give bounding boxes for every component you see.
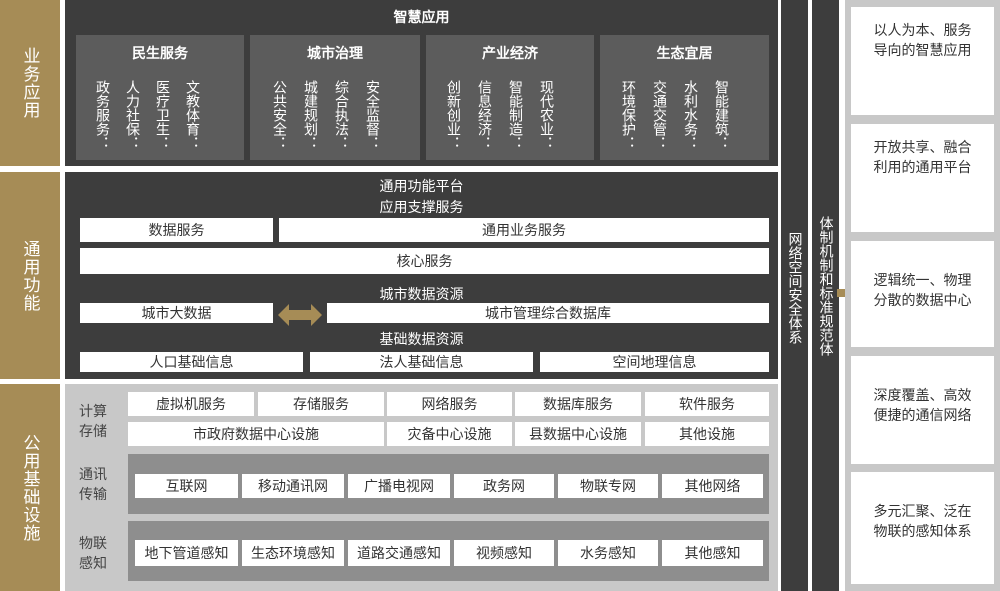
item: 城建规划：	[302, 80, 318, 150]
big-data-box: 城市大数据	[80, 303, 273, 323]
label-public-infra: 公用基础设施	[0, 384, 60, 591]
network-item: 其他网络	[662, 474, 763, 498]
infra-item: 灾备中心设施	[387, 422, 512, 446]
item: 信息经济：	[476, 80, 492, 150]
item: 水利水务：	[682, 80, 698, 150]
item: 智能制造：	[507, 80, 523, 150]
infra-item: 网络服务	[387, 392, 512, 416]
general-service-box: 通用业务服务	[279, 218, 769, 242]
infra-item: 虚拟机服务	[128, 392, 254, 416]
principle-box: 以人为本、服务 导向的智慧应用	[851, 7, 994, 115]
infra-item: 县数据中心设施	[515, 422, 641, 446]
geo-info-box: 空间地理信息	[540, 352, 769, 372]
sensing-item: 地下管道感知	[135, 540, 238, 566]
comm-transmission-label: 通讯传输	[79, 467, 107, 503]
population-info-box: 人口基础信息	[80, 352, 303, 372]
principle-box: 开放共享、融合 利用的通用平台	[851, 124, 994, 232]
item: 政务服务：	[94, 80, 110, 150]
cyber-security-bar: 网络空间安全体系	[781, 0, 808, 591]
principle-box: 逻辑统一、物理 分散的数据中心	[851, 241, 994, 347]
item: 交通交管：	[651, 80, 667, 150]
app-support-title: 应用支撑服务	[379, 200, 464, 216]
principle-box: 多元汇聚、泛在 物联的感知体系	[851, 472, 994, 584]
item: 创新创业：	[445, 80, 461, 150]
item: 智能建筑：	[713, 80, 729, 150]
item: 人力社保：	[124, 80, 140, 150]
cyber-security-label: 网络空间安全体系	[786, 232, 803, 344]
item: 公共安全：	[271, 80, 287, 150]
network-item: 政务网	[454, 474, 554, 498]
sensing-item: 道路交通感知	[348, 540, 450, 566]
item: 文教体育：	[184, 80, 200, 150]
group-livelihood-title: 民生服务	[132, 46, 188, 62]
institution-standards-label: 体制机制和标准规范体	[817, 216, 834, 356]
item: 环境保护：	[620, 80, 636, 150]
infra-item: 市政府数据中心设施	[128, 422, 384, 446]
item: 综合执法：	[333, 80, 349, 150]
basic-data-title: 基础数据资源	[379, 332, 464, 348]
city-data-title: 城市数据资源	[379, 287, 464, 303]
label-general-function: 通用功能	[0, 172, 60, 379]
mgmt-db-box: 城市管理综合数据库	[327, 303, 769, 323]
item: 医疗卫生：	[154, 80, 170, 150]
network-item: 广播电视网	[348, 474, 450, 498]
network-item: 移动通讯网	[242, 474, 344, 498]
sensing-item: 视频感知	[454, 540, 554, 566]
sensing-item: 生态环境感知	[242, 540, 344, 566]
item: 安全监督：	[364, 80, 380, 150]
group-industry-title: 产业经济	[482, 46, 538, 62]
group-governance-title: 城市治理	[307, 46, 363, 62]
network-item: 互联网	[135, 474, 238, 498]
data-service-box: 数据服务	[80, 218, 273, 242]
infra-item: 其他设施	[645, 422, 769, 446]
principle-box: 深度覆盖、高效 便捷的通信网络	[851, 356, 994, 464]
infra-item: 软件服务	[645, 392, 769, 416]
compute-storage-label: 计算存储	[79, 404, 107, 440]
sensing-item: 其他感知	[662, 540, 763, 566]
iot-sensing-label: 物联感知	[79, 536, 107, 572]
smart-apps-title: 智慧应用	[393, 10, 450, 26]
label-business-app: 业务应用	[0, 0, 60, 166]
item: 现代农业：	[538, 80, 554, 150]
infra-item: 存储服务	[258, 392, 384, 416]
platform-title: 通用功能平台	[379, 179, 464, 195]
bidirectional-arrow-icon	[278, 304, 322, 326]
sensing-item: 水务感知	[558, 540, 658, 566]
infra-item: 数据库服务	[515, 392, 641, 416]
core-service-box: 核心服务	[80, 248, 769, 274]
network-item: 物联专网	[558, 474, 658, 498]
group-ecology-title: 生态宜居	[656, 46, 713, 62]
institution-standards-bar: 体制机制和标准规范体	[812, 0, 839, 591]
legal-entity-info-box: 法人基础信息	[310, 352, 533, 372]
